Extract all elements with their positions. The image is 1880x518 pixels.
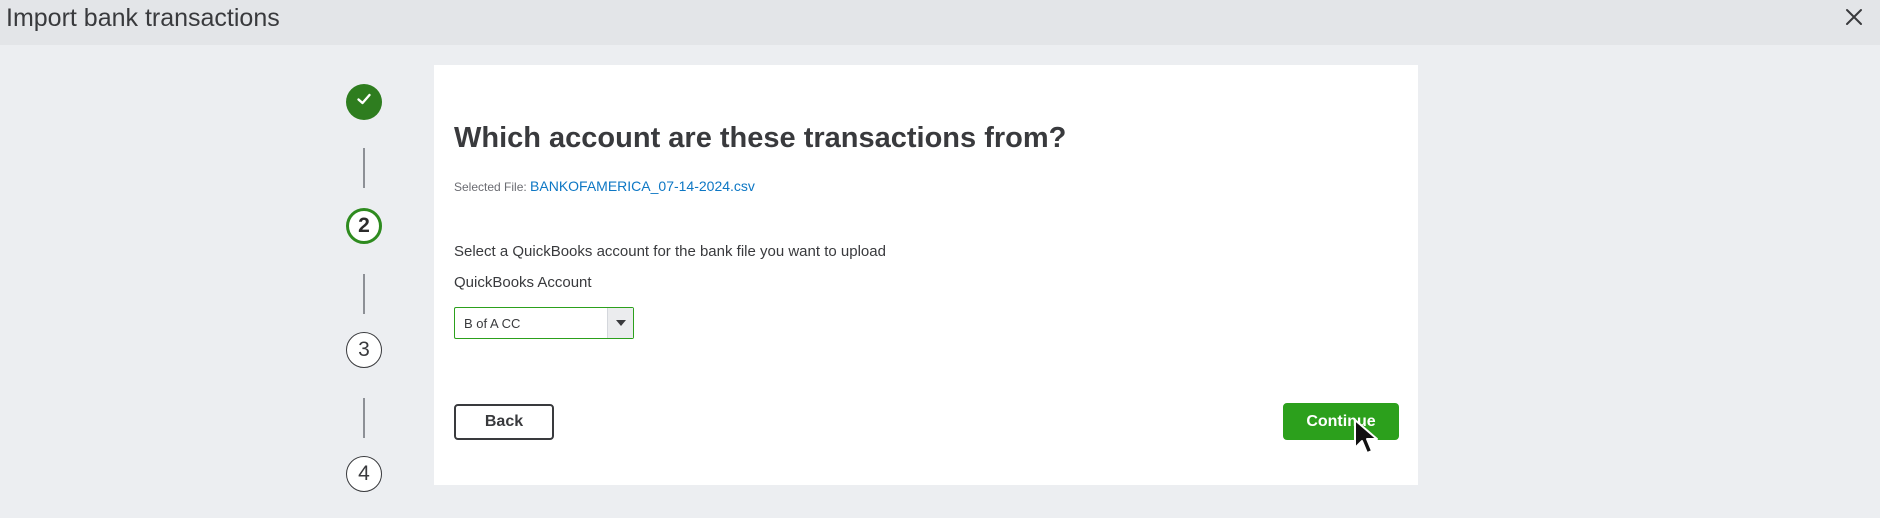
dropdown-arrow-icon[interactable]: [607, 308, 633, 338]
instruction-text: Select a QuickBooks account for the bank…: [454, 243, 886, 260]
step-2-current: 2: [346, 208, 382, 244]
window-title: Import bank transactions: [6, 4, 280, 32]
progress-stepper: 2 3 4: [346, 84, 382, 494]
checkmark-icon: [355, 90, 373, 114]
page-heading: Which account are these transactions fro…: [454, 122, 1067, 154]
selected-file-label: Selected File:: [454, 180, 527, 194]
step-3: 3: [346, 332, 382, 368]
account-label: QuickBooks Account: [454, 274, 592, 291]
step-connector: [363, 398, 365, 438]
account-selection-card: Which account are these transactions fro…: [434, 65, 1418, 485]
title-bar: Import bank transactions: [0, 0, 1880, 45]
step-connector: [363, 274, 365, 314]
step-1-complete: [346, 84, 382, 120]
step-connector: [363, 148, 365, 188]
selected-file: Selected File: BANKOFAMERICA_07-14-2024.…: [454, 178, 755, 194]
continue-button[interactable]: Continue: [1283, 403, 1399, 440]
step-4: 4: [346, 456, 382, 492]
quickbooks-account-select[interactable]: B of A CC: [454, 307, 634, 339]
back-button[interactable]: Back: [454, 404, 554, 440]
selected-file-link[interactable]: BANKOFAMERICA_07-14-2024.csv: [530, 178, 755, 194]
account-select-value: B of A CC: [464, 315, 521, 331]
close-icon[interactable]: [1842, 5, 1866, 29]
